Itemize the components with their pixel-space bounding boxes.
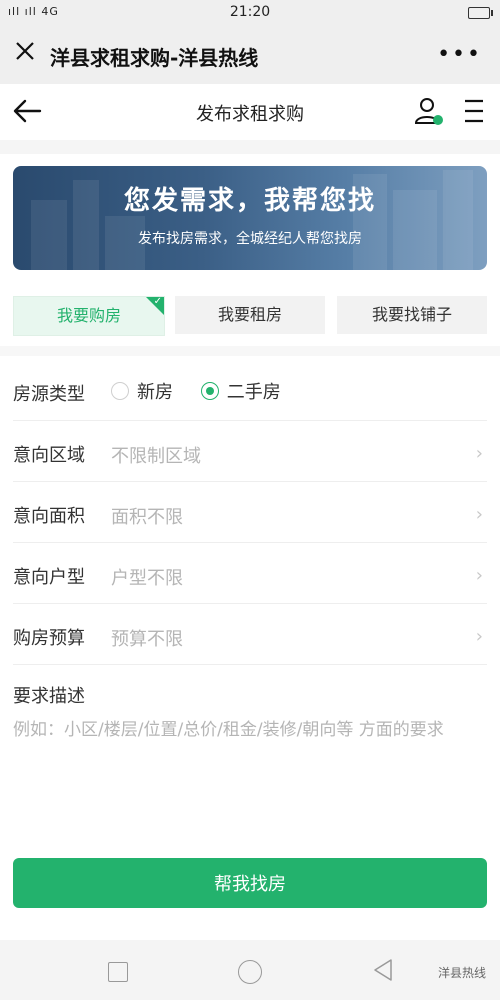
request-type-tabs: 我要购房 ✓ 我要租房 我要找铺子	[13, 296, 487, 336]
banner-subline: 发布找房需求，全城经纪人帮您找房	[138, 231, 362, 247]
home-icon[interactable]	[238, 960, 262, 984]
page-navbar: 发布求租求购	[0, 84, 500, 140]
battery-icon	[468, 7, 493, 19]
recent-apps-icon[interactable]	[108, 962, 128, 982]
tab-label: 我要租房	[217, 305, 282, 324]
option-label: 二手房	[226, 382, 281, 403]
status-bar: ıll ıll 4G 21:20	[0, 0, 500, 26]
field-label: 购房预算	[13, 628, 85, 649]
tab-label: 我要购房	[56, 306, 121, 325]
more-options-icon[interactable]: •••	[437, 42, 482, 67]
watermark: 洋县热线	[437, 966, 486, 980]
size-row[interactable]: 意向面积 面积不限 ›	[13, 482, 487, 543]
status-time: 21:20	[229, 4, 271, 20]
description-input[interactable]	[13, 716, 487, 806]
field-label: 意向区域	[13, 445, 85, 466]
property-type-row: 房源类型 新房 二手房	[13, 360, 487, 421]
chevron-right-icon: ›	[475, 443, 483, 464]
section-gap	[0, 140, 500, 154]
description-label: 要求描述	[13, 686, 85, 707]
field-value: 户型不限	[111, 568, 183, 589]
budget-row[interactable]: 购房预算 预算不限 ›	[13, 604, 487, 665]
tab-rent-house[interactable]: 我要租房	[175, 296, 325, 334]
radio-unchecked-icon	[111, 382, 129, 400]
tab-find-shop[interactable]: 我要找铺子	[337, 296, 487, 334]
field-value: 预算不限	[111, 629, 183, 650]
submit-button[interactable]: 帮我找房	[13, 858, 487, 908]
menu-icon[interactable]	[462, 98, 486, 124]
back-icon[interactable]	[372, 958, 394, 982]
chevron-right-icon: ›	[475, 504, 483, 525]
section-gap	[0, 346, 500, 356]
chevron-right-icon: ›	[475, 565, 483, 586]
banner-headline: 您发需求，我帮您找	[123, 186, 376, 216]
option-second-hand[interactable]: 二手房	[200, 378, 281, 404]
field-value: 不限制区域	[111, 446, 201, 467]
tab-buy-house[interactable]: 我要购房 ✓	[13, 296, 165, 336]
checkmark-icon: ✓	[153, 296, 162, 307]
user-icon[interactable]	[414, 96, 444, 126]
field-label: 意向面积	[13, 506, 85, 527]
option-new-house[interactable]: 新房	[111, 378, 173, 404]
tab-label: 我要找铺子	[371, 305, 452, 324]
close-icon[interactable]	[14, 40, 36, 62]
option-label: 新房	[137, 382, 173, 403]
chevron-right-icon: ›	[475, 626, 483, 647]
promo-banner: 您发需求，我帮您找 发布找房需求，全城经纪人帮您找房	[13, 166, 487, 270]
wechat-header: 洋县求租求购-洋县热线 •••	[0, 26, 500, 85]
property-type-options: 新房 二手房	[111, 378, 303, 404]
property-type-label: 房源类型	[13, 384, 85, 405]
area-row[interactable]: 意向区域 不限制区域 ›	[13, 421, 487, 482]
system-nav-bar: 洋县热线	[0, 940, 500, 1000]
layout-row[interactable]: 意向户型 户型不限 ›	[13, 543, 487, 604]
radio-checked-icon	[200, 382, 219, 400]
field-label: 意向户型	[13, 567, 85, 588]
field-value: 面积不限	[111, 507, 183, 528]
wechat-title: 洋县求租求购-洋县热线	[50, 46, 259, 70]
